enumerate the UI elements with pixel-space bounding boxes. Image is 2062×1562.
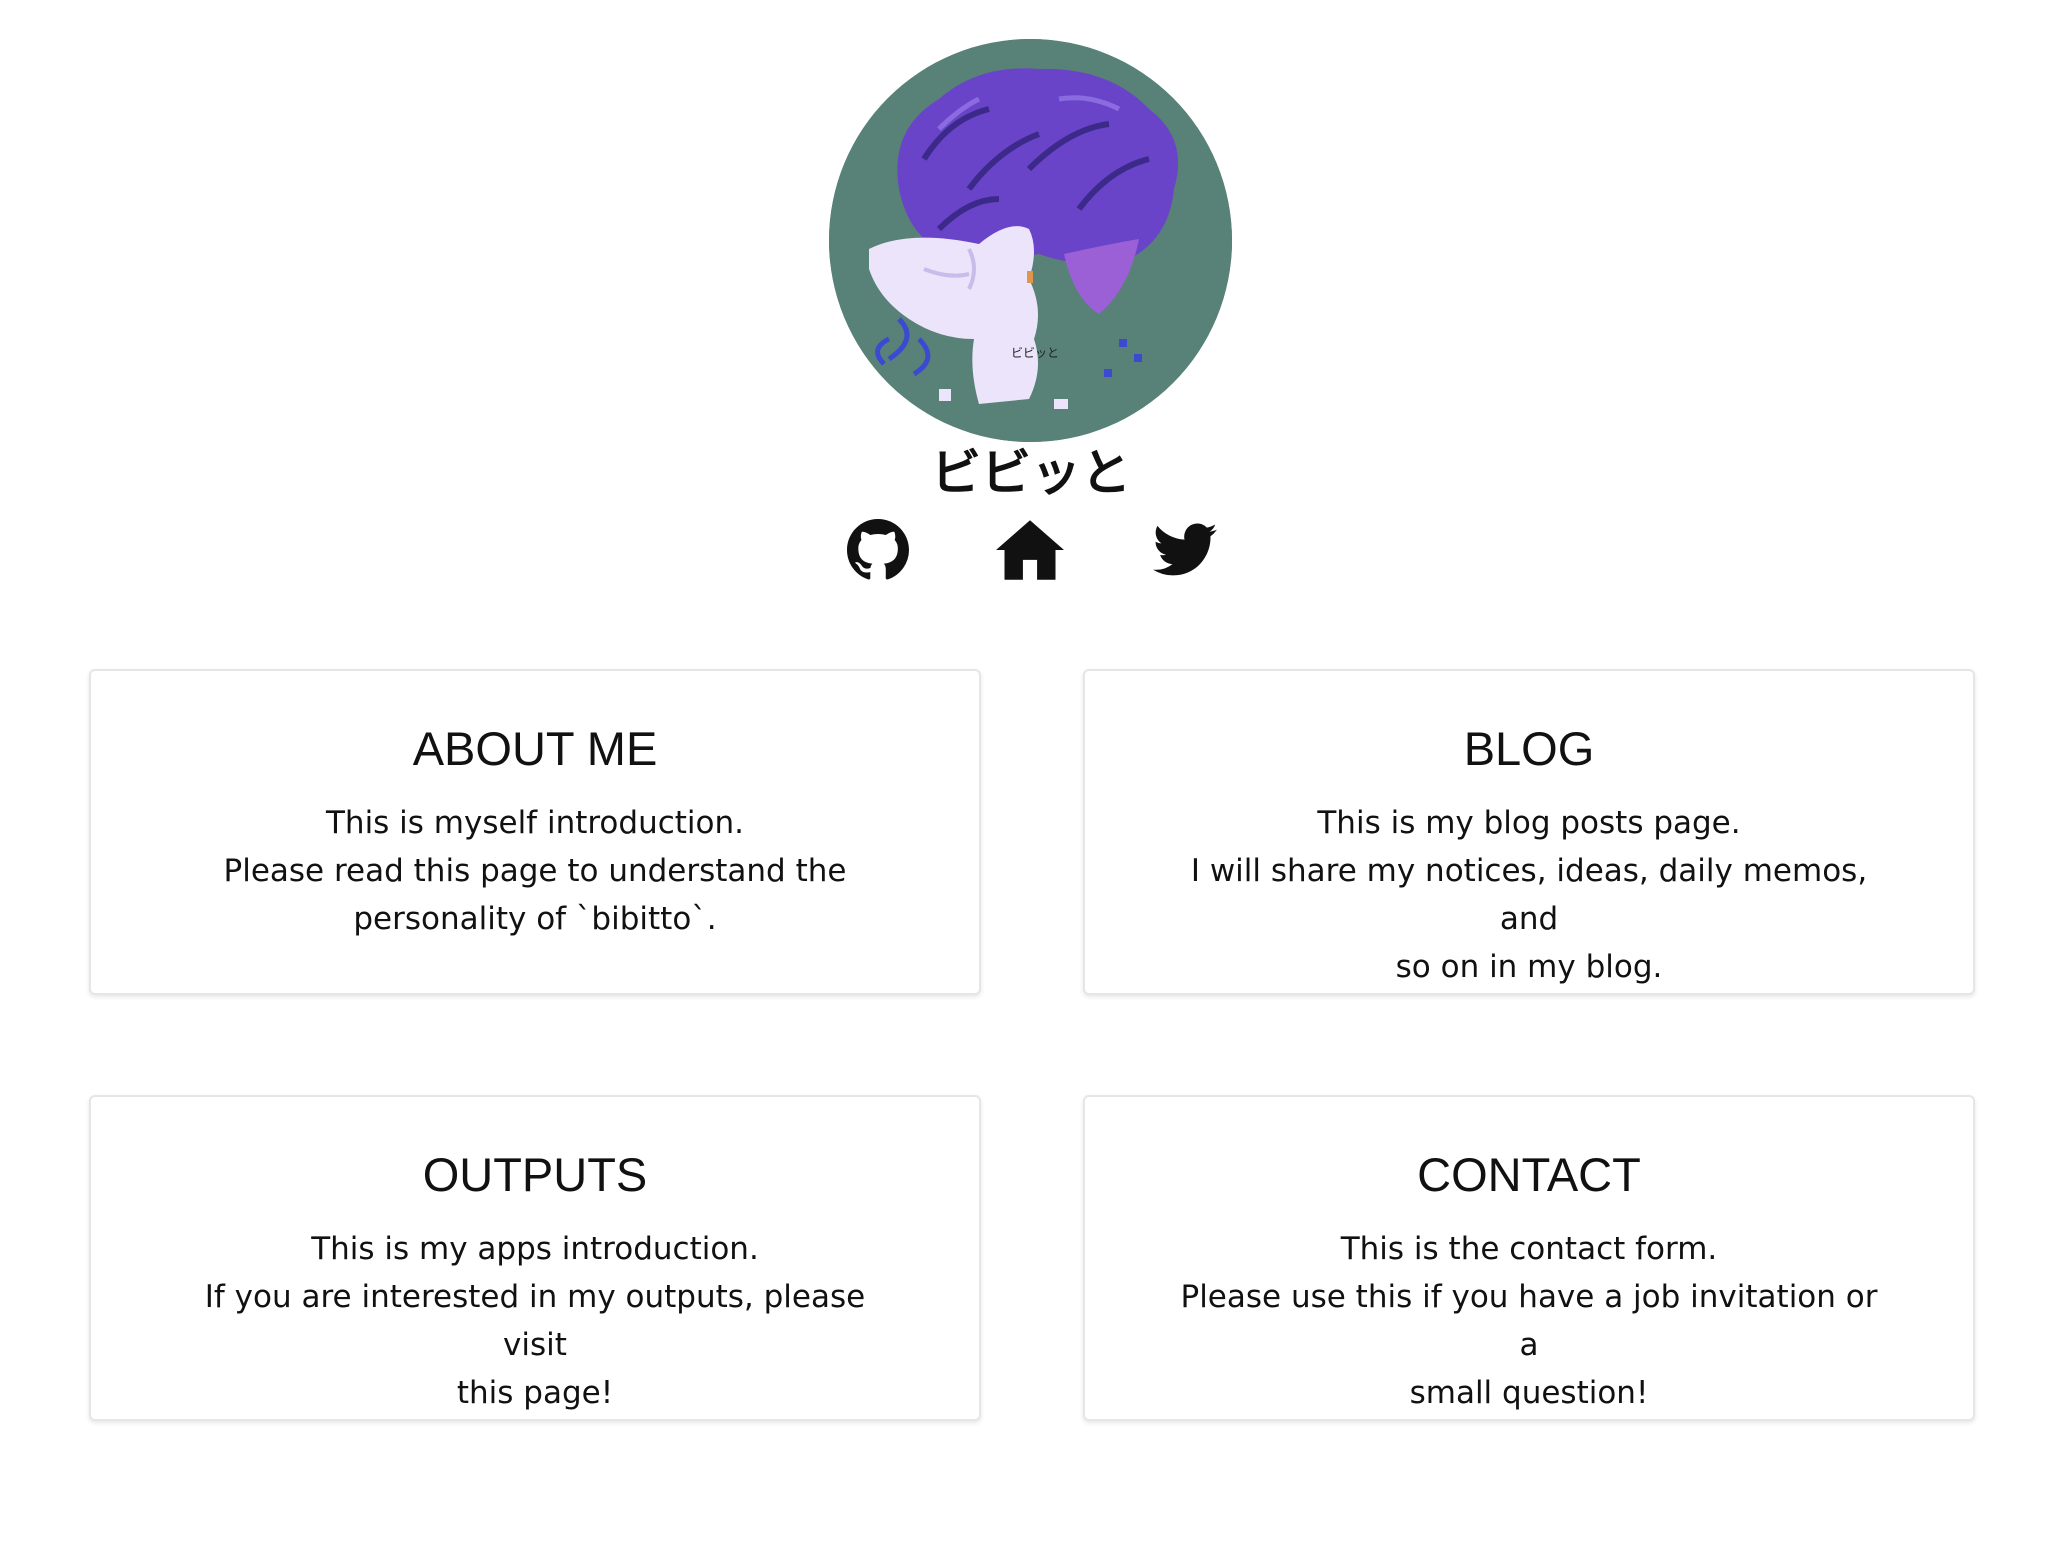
twitter-icon xyxy=(1153,523,1217,576)
page: ビビッと ビビッと ABOUT ME This is myself introd… xyxy=(0,0,2062,1562)
avatar-illustration: ビビッと xyxy=(829,39,1232,442)
github-icon xyxy=(847,519,909,580)
card-description-line: personality of `bibitto`. xyxy=(353,901,717,937)
home-link[interactable] xyxy=(995,515,1065,585)
card-description-line: This is myself introduction. xyxy=(325,805,744,841)
twitter-link[interactable] xyxy=(1150,515,1220,585)
card-description-line: Please read this page to understand the xyxy=(223,853,847,889)
card-description-line: small question! xyxy=(1409,1375,1649,1411)
card-description-line: If you are interested in my outputs, ple… xyxy=(204,1279,866,1363)
card-description-line: I will share my notices, ideas, daily me… xyxy=(1190,853,1868,937)
card-title: CONTACT xyxy=(1417,1148,1641,1201)
avatar-signature: ビビッと xyxy=(1011,346,1059,360)
card-title: ABOUT ME xyxy=(412,722,658,775)
avatar: ビビッと xyxy=(829,39,1232,442)
card-description: This is my apps introduction. If you are… xyxy=(175,1225,895,1417)
card-contact[interactable]: CONTACT This is the contact form. Please… xyxy=(1083,1095,1975,1421)
card-description: This is my blog posts page. I will share… xyxy=(1169,799,1889,991)
card-description-line: Please use this if you have a job invita… xyxy=(1180,1279,1878,1363)
home-icon xyxy=(996,520,1064,580)
card-blog[interactable]: BLOG This is my blog posts page. I will … xyxy=(1083,669,1975,995)
card-description-line: so on in my blog. xyxy=(1395,949,1663,985)
card-description-line: This is the contact form. xyxy=(1340,1231,1718,1267)
card-title: OUTPUTS xyxy=(422,1148,648,1201)
github-link[interactable] xyxy=(843,515,913,585)
card-description: This is myself introduction. Please read… xyxy=(175,799,895,943)
card-description-line: This is my apps introduction. xyxy=(311,1231,759,1267)
card-outputs[interactable]: OUTPUTS This is my apps introduction. If… xyxy=(89,1095,981,1421)
card-description-line: This is my blog posts page. xyxy=(1317,805,1741,841)
profile-name: ビビッと xyxy=(931,444,1131,502)
card-title: BLOG xyxy=(1463,722,1595,775)
card-description-line: this page! xyxy=(456,1375,614,1411)
card-description: This is the contact form. Please use thi… xyxy=(1169,1225,1889,1417)
card-about-me[interactable]: ABOUT ME This is myself introduction. Pl… xyxy=(89,669,981,995)
